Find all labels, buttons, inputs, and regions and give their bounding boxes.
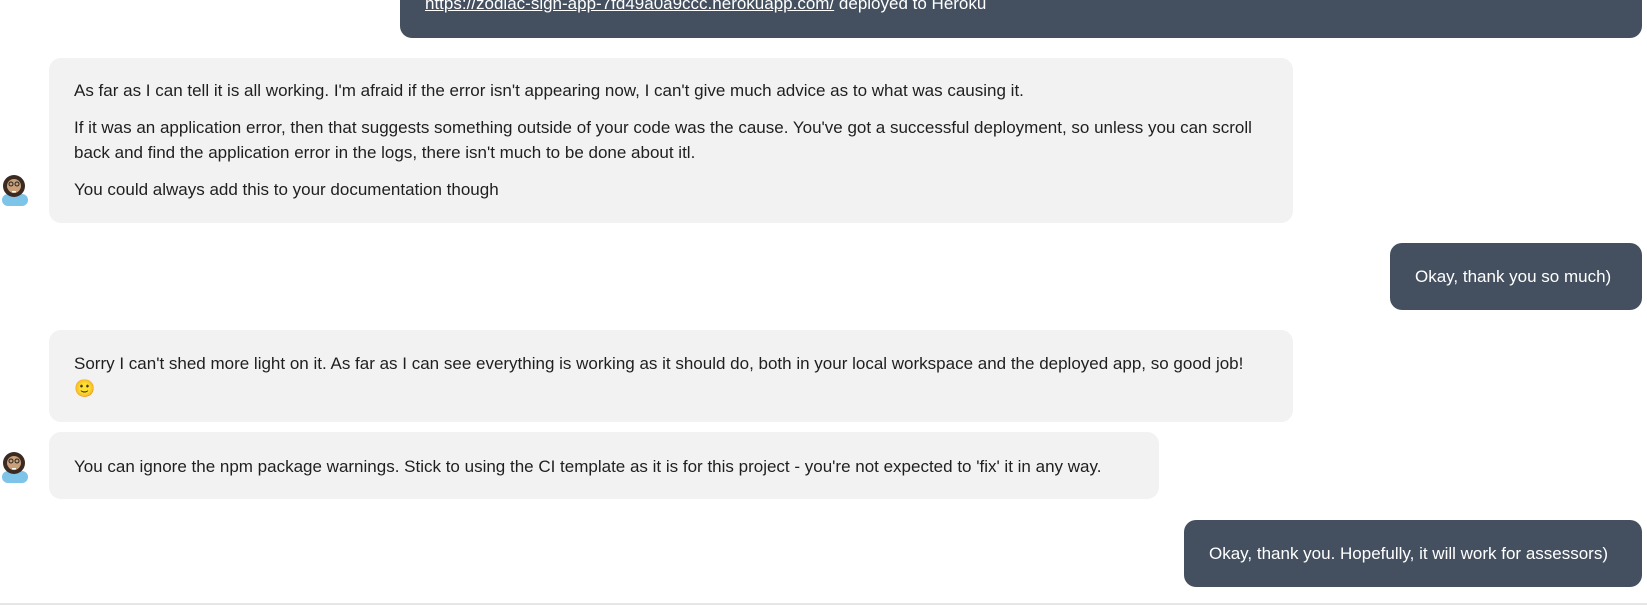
message-text-body: Sorry I can't shed more light on it. As … — [74, 354, 1244, 373]
message-text: Sorry I can't shed more light on it. As … — [74, 351, 1268, 401]
smiley-emoji-icon: 🙂 — [74, 379, 96, 398]
bearded-man-avatar-icon — [0, 449, 30, 483]
message-paragraph: As far as I can tell it is all working. … — [74, 81, 1024, 100]
message-text: Okay, thank you. Hopefully, it will work… — [1209, 544, 1609, 563]
message-outgoing-deployed: https://zodiac-sign-app-7fd49a0a9ccc.her… — [400, 0, 1642, 38]
message-incoming-sorry: Sorry I can't shed more light on it. As … — [49, 330, 1293, 422]
message-incoming-diagnosis: As far as I can tell it is all working. … — [49, 58, 1293, 223]
message-paragraph: If it was an application error, then tha… — [74, 118, 1252, 162]
message-text: https://zodiac-sign-app-7fd49a0a9ccc.her… — [425, 0, 1617, 16]
message-outgoing-thanks: Okay, thank you so much) — [1390, 243, 1642, 310]
message-paragraph: You could always add this to your docume… — [74, 180, 499, 199]
message-incoming-npm-warnings: You can ignore the npm package warnings.… — [49, 432, 1159, 499]
bearded-man-avatar-icon — [0, 172, 30, 206]
message-outgoing-assessors: Okay, thank you. Hopefully, it will work… — [1184, 520, 1642, 587]
heroku-app-link[interactable]: https://zodiac-sign-app-7fd49a0a9ccc.her… — [425, 0, 834, 13]
message-text-suffix: deployed to Heroku — [834, 0, 987, 13]
message-text: You can ignore the npm package warnings.… — [74, 457, 1102, 476]
chat-thread: https://zodiac-sign-app-7fd49a0a9ccc.her… — [0, 0, 1647, 605]
message-text: Okay, thank you so much) — [1415, 267, 1612, 286]
